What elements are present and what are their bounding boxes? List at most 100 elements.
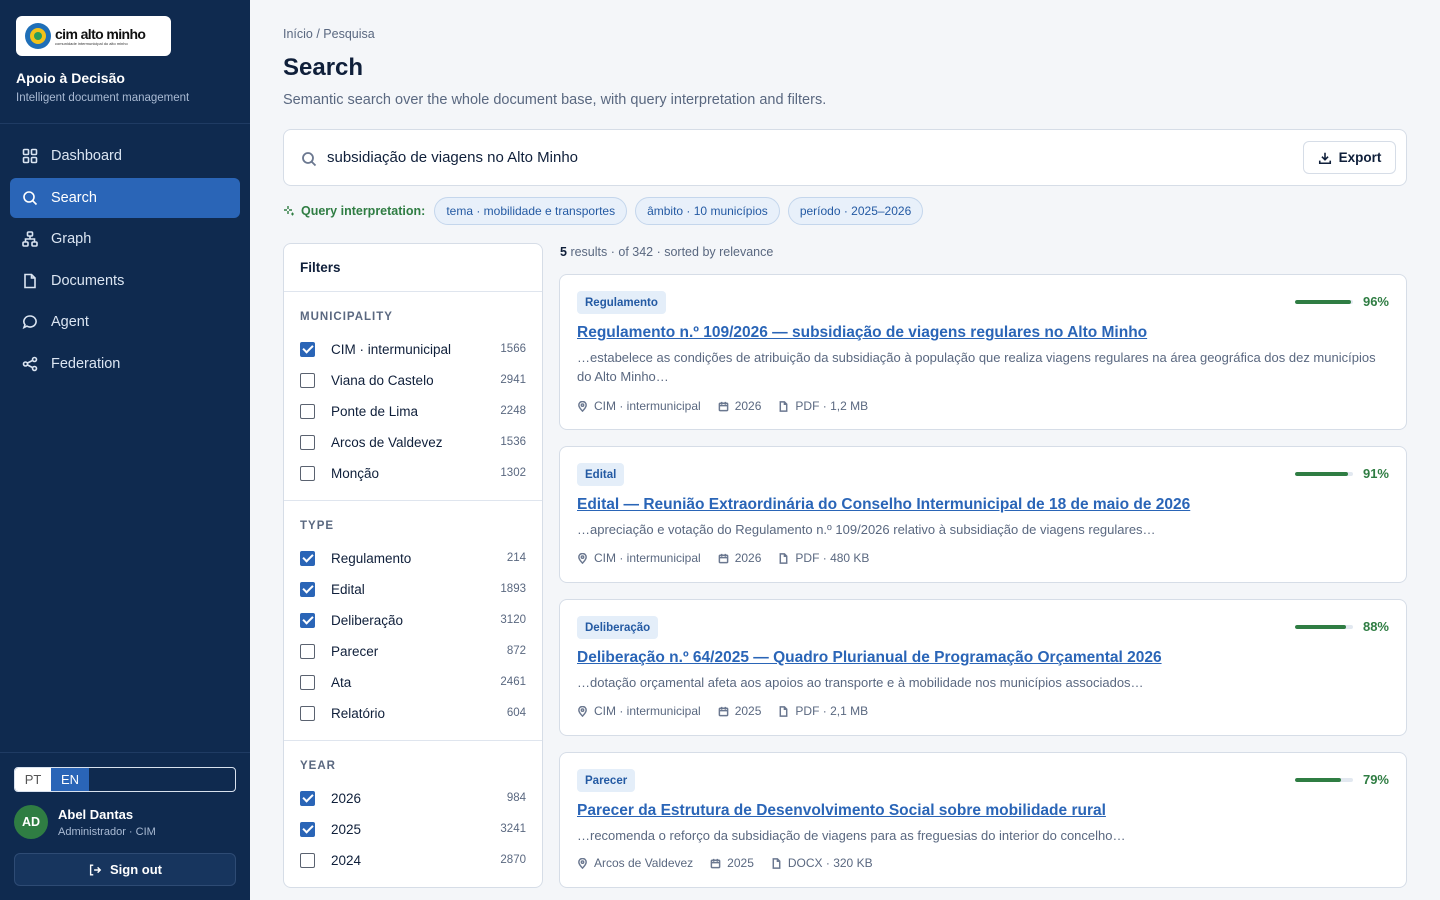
result-title-link[interactable]: Parecer da Estrutura de Desenvolvimento …	[577, 802, 1106, 820]
result-snippet: …estabelece as condições de atribuição d…	[577, 350, 1376, 384]
checkbox[interactable]	[300, 674, 315, 690]
filter-option-count: 2248	[500, 405, 526, 417]
filters-divider	[284, 740, 542, 741]
filter-option-count: 2941	[500, 374, 526, 386]
filter-option[interactable]: CIM · intermunicipal 1566	[300, 339, 526, 359]
filter-option-label: Parecer	[331, 643, 379, 659]
sidebar-item-documents[interactable]: Documents	[10, 261, 240, 301]
checkbox[interactable]	[300, 643, 315, 659]
filter-option-label: CIM · intermunicipal	[331, 341, 452, 357]
checkbox[interactable]	[300, 403, 315, 419]
interpretation-chip[interactable]: período · 2025–2026	[787, 197, 924, 225]
filter-option-count: 1566	[500, 343, 526, 355]
sidebar-item-graph[interactable]: Graph	[10, 219, 240, 259]
relevance-score: 79%	[1294, 772, 1389, 787]
interpretation-chip[interactable]: tema · mobilidade e transportes	[434, 197, 628, 225]
relevance-bar	[1294, 624, 1353, 629]
relevance-percent: 96%	[1362, 294, 1389, 309]
filter-option[interactable]: Ponte de Lima 2248	[300, 401, 526, 421]
filter-option[interactable]: Ata 2461	[300, 672, 526, 692]
export-label: Export	[1338, 150, 1382, 165]
filter-option-count: 1893	[500, 583, 526, 595]
sidebar-item-label: Documents	[51, 272, 125, 289]
user-name: Abel Dantas	[58, 807, 134, 822]
filter-option-label: Ata	[331, 674, 352, 690]
filter-option[interactable]: Deliberação 3120	[300, 610, 526, 630]
download-icon	[1318, 152, 1331, 164]
filter-option[interactable]: Arcos de Valdevez 1536	[300, 432, 526, 452]
filter-option[interactable]: Relatório 604	[300, 703, 526, 723]
checkbox[interactable]	[300, 790, 315, 806]
sidebar-item-label: Federation	[51, 355, 121, 372]
filter-option-count: 984	[506, 792, 526, 804]
results-summary: 5 results · of 342 · sorted by relevance	[560, 245, 773, 259]
checkbox[interactable]	[300, 341, 315, 357]
result-title-link[interactable]: Deliberação n.º 64/2025 — Quadro Plurian…	[577, 649, 1162, 667]
interpretation-chip[interactable]: âmbito · 10 municípios	[635, 197, 780, 225]
filter-option-label: Relatório	[331, 705, 386, 721]
filter-option-count: 604	[506, 707, 526, 719]
location-pin-icon	[578, 552, 587, 564]
filter-option[interactable]: Edital 1893	[300, 579, 526, 599]
language-switch: PT EN	[14, 767, 236, 792]
filter-option[interactable]: Parecer 872	[300, 641, 526, 661]
result-location: Arcos de Valdevez	[594, 856, 694, 870]
filter-group-title: TYPE	[300, 520, 335, 532]
sidebar: cim alto minho comunidade intermunicipal…	[0, 0, 250, 900]
checkbox[interactable]	[300, 852, 315, 868]
file-icon	[779, 552, 788, 564]
sidebar-item-label: Agent	[51, 314, 89, 331]
sidebar-divider	[0, 752, 250, 753]
filter-option[interactable]: 2024 2870	[300, 850, 526, 870]
checkbox[interactable]	[300, 550, 315, 566]
filter-option[interactable]: Monção 1302	[300, 463, 526, 483]
checkbox[interactable]	[300, 581, 315, 597]
logo[interactable]: cim alto minho comunidade intermunicipal…	[16, 16, 171, 56]
sidebar-item-search[interactable]: Search	[10, 177, 240, 218]
checkbox[interactable]	[300, 821, 315, 837]
filter-group-title: YEAR	[300, 760, 336, 772]
relevance-bar-fill	[1294, 299, 1351, 304]
export-button[interactable]: Export	[1303, 141, 1396, 174]
filter-option-count: 2461	[500, 676, 526, 688]
filter-option[interactable]: 2026 984	[300, 788, 526, 808]
calendar-icon	[710, 858, 721, 868]
checkbox[interactable]	[300, 372, 315, 388]
page-subtitle: Semantic search over the whole document …	[283, 92, 827, 108]
filter-option[interactable]: Viana do Castelo 2941	[300, 370, 526, 390]
sign-out-button[interactable]: Sign out	[14, 853, 236, 886]
result-location: CIM · intermunicipal	[594, 704, 701, 718]
relevance-bar	[1294, 299, 1353, 304]
checkbox[interactable]	[300, 612, 315, 628]
checkbox[interactable]	[300, 705, 315, 721]
calendar-icon	[718, 553, 729, 563]
checkbox[interactable]	[300, 434, 315, 450]
result-year: 2026	[734, 551, 762, 565]
logout-icon	[89, 863, 102, 876]
filter-option-count: 3120	[500, 614, 526, 626]
result-title-link[interactable]: Edital — Reunião Extraordinária do Conse…	[577, 496, 1190, 514]
relevance-percent: 79%	[1362, 772, 1389, 787]
file-icon	[772, 857, 781, 869]
sidebar-item-agent[interactable]: Agent	[10, 302, 240, 342]
file-icon	[779, 400, 788, 412]
result-year: 2025	[727, 856, 754, 870]
results-count: 5	[560, 245, 567, 259]
sidebar-item-dashboard[interactable]: Dashboard	[10, 136, 240, 176]
filter-option[interactable]: 2025 3241	[300, 819, 526, 839]
sidebar-divider	[0, 123, 250, 124]
checkbox[interactable]	[300, 465, 315, 481]
brand-title: Apoio à Decisão	[16, 70, 125, 86]
search-input[interactable]: subsidiação de viagens no Alto Minho	[327, 149, 578, 166]
result-meta: Arcos de Valdevez 2025 DOCX · 320 KB	[577, 856, 890, 870]
calendar-icon	[718, 401, 729, 411]
interpretation-label: Query interpretation:	[301, 204, 426, 218]
filter-option-count: 3241	[500, 823, 526, 835]
lang-pt-button[interactable]: PT	[15, 768, 51, 791]
result-meta: CIM · intermunicipal 2026 PDF · 1,2 MB	[577, 399, 885, 413]
share-icon	[22, 356, 38, 372]
filter-option[interactable]: Regulamento 214	[300, 548, 526, 568]
result-title-link[interactable]: Regulamento n.º 109/2026 — subsidiação d…	[577, 324, 1147, 342]
lang-en-button[interactable]: EN	[51, 768, 89, 791]
sidebar-item-federation[interactable]: Federation	[10, 344, 240, 384]
